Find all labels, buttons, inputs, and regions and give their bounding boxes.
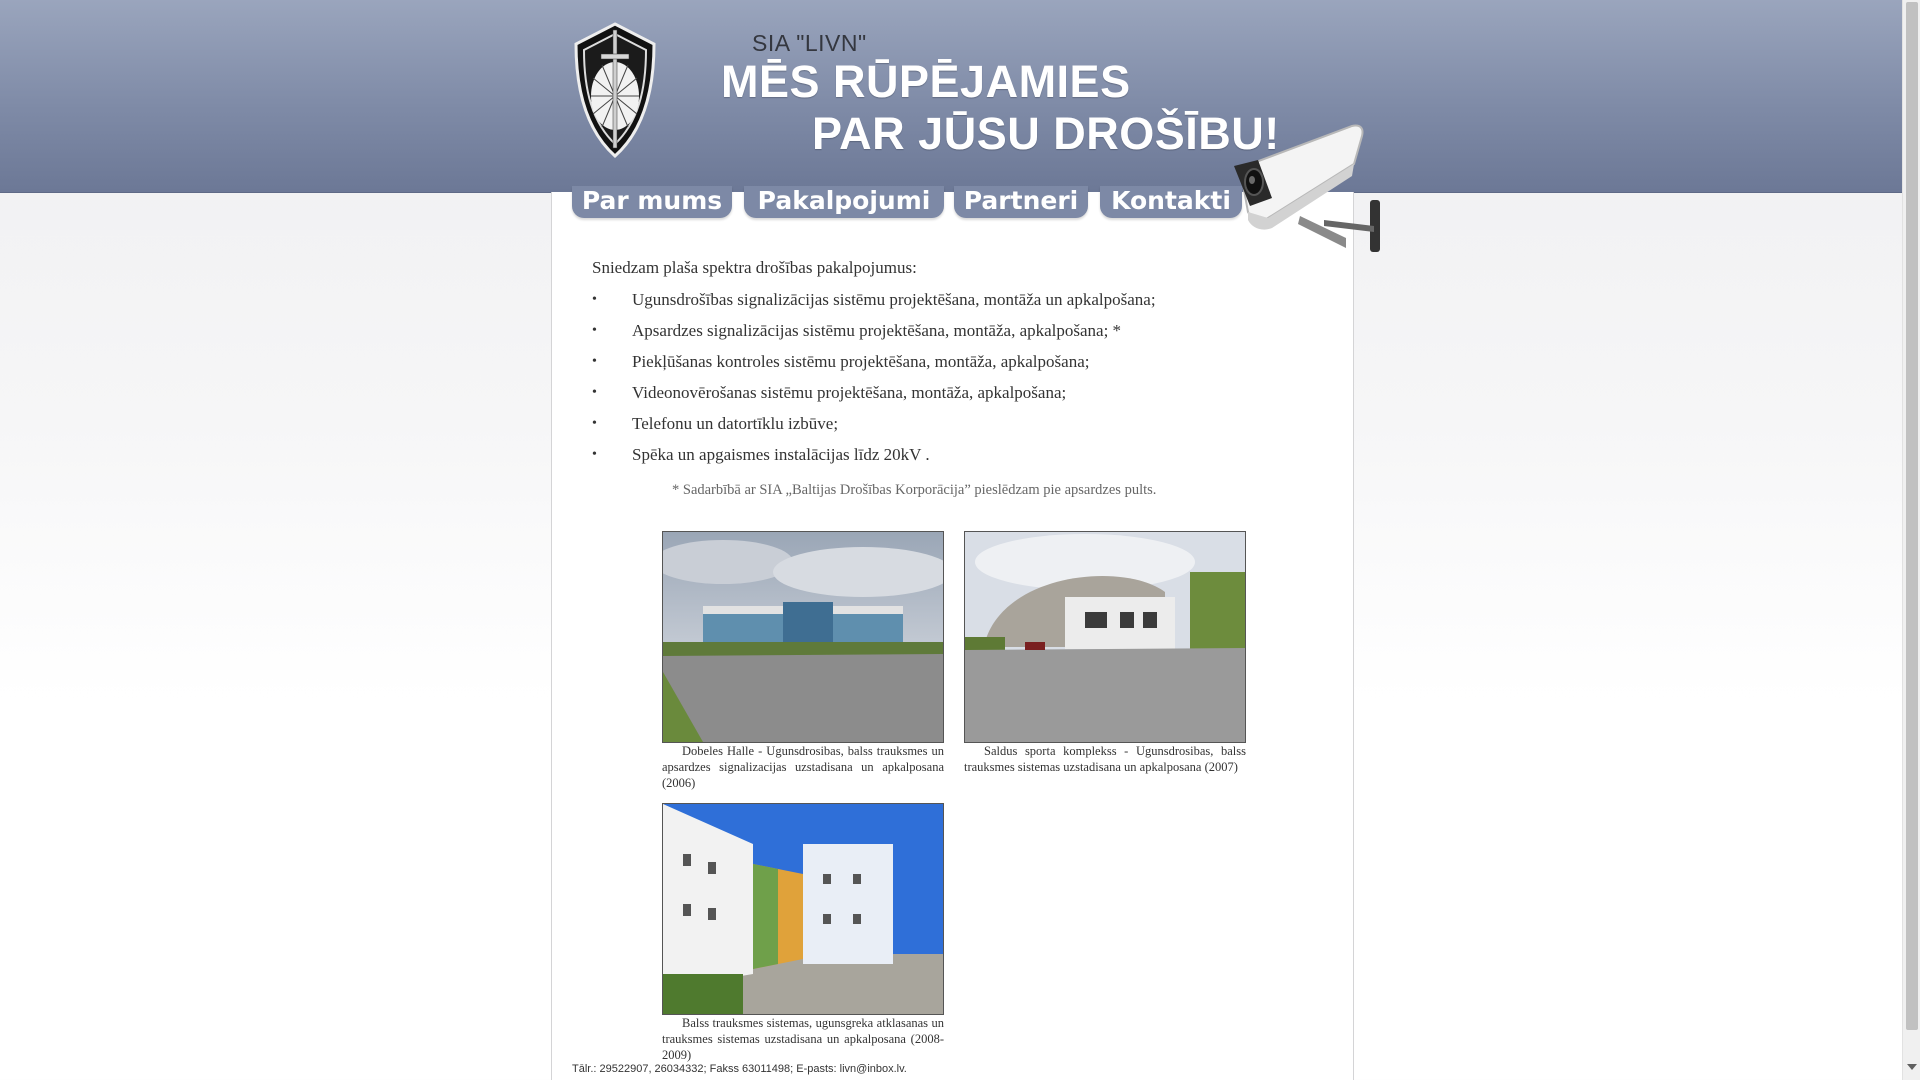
scrollbar-thumb[interactable] xyxy=(1906,2,1918,1030)
bullet: • xyxy=(592,416,597,431)
vertical-scrollbar[interactable] xyxy=(1902,0,1920,1080)
company-name: SIA "LIVN" xyxy=(752,30,867,56)
shield-logo-icon[interactable] xyxy=(568,20,662,160)
photo-saldus-sports-complex[interactable] xyxy=(964,531,1246,743)
caption-building: Balss trauksmes sistemas, ugunsgreka atk… xyxy=(662,1016,944,1062)
bullet: • xyxy=(592,354,597,369)
nav-kontakti[interactable]: Kontakti xyxy=(1100,186,1242,218)
nav-partneri[interactable]: Partneri xyxy=(954,186,1088,218)
bullet: • xyxy=(592,385,597,400)
slogan-line-2: PAR JŪSU DROŠĪBU! xyxy=(812,108,1280,159)
scroll-down-arrow-icon[interactable] xyxy=(1907,1064,1917,1070)
photo-dobeles-halle[interactable] xyxy=(662,531,944,743)
photo-building[interactable] xyxy=(662,803,944,1015)
service-text: Apsardzes signalizācijas sistēmu projekt… xyxy=(632,321,1122,340)
service-text: Ugunsdrošības signalizācijas sistēmu pro… xyxy=(632,290,1156,309)
service-text: Telefonu un datortīklu izbūve; xyxy=(632,414,839,433)
slogan-line-1: MĒS RŪPĒJAMIES xyxy=(721,56,1131,107)
intro-text: Sniedzam plaša spektra drošības pakalpoj… xyxy=(592,258,917,277)
nav-par-mums[interactable]: Par mums xyxy=(572,186,732,218)
security-camera-icon xyxy=(1234,124,1380,252)
bullet: • xyxy=(592,447,597,462)
caption-saldus-sports-complex: Saldus sporta komplekss - Ugunsdrosibas,… xyxy=(964,744,1246,774)
service-text: Piekļūšanas kontroles sistēmu projektēša… xyxy=(632,352,1090,371)
service-text: Videonovērošanas sistēmu projektēšana, m… xyxy=(632,383,1067,402)
partnership-note: * Sadarbībā ar SIA „Baltijas Drošības Ko… xyxy=(672,482,1157,498)
nav-pakalpojumi[interactable]: Pakalpojumi xyxy=(744,186,944,218)
service-text: Spēka un apgaismes instalācijas līdz 20k… xyxy=(632,445,930,464)
caption-dobeles-halle: Dobeles Halle - Ugunsdrosibas, balss tra… xyxy=(662,744,944,790)
bullet: • xyxy=(592,292,597,307)
footer-contacts: Tālr.: 29522907, 26034332; Fakss 6301149… xyxy=(572,1063,907,1075)
bullet: • xyxy=(592,323,597,338)
